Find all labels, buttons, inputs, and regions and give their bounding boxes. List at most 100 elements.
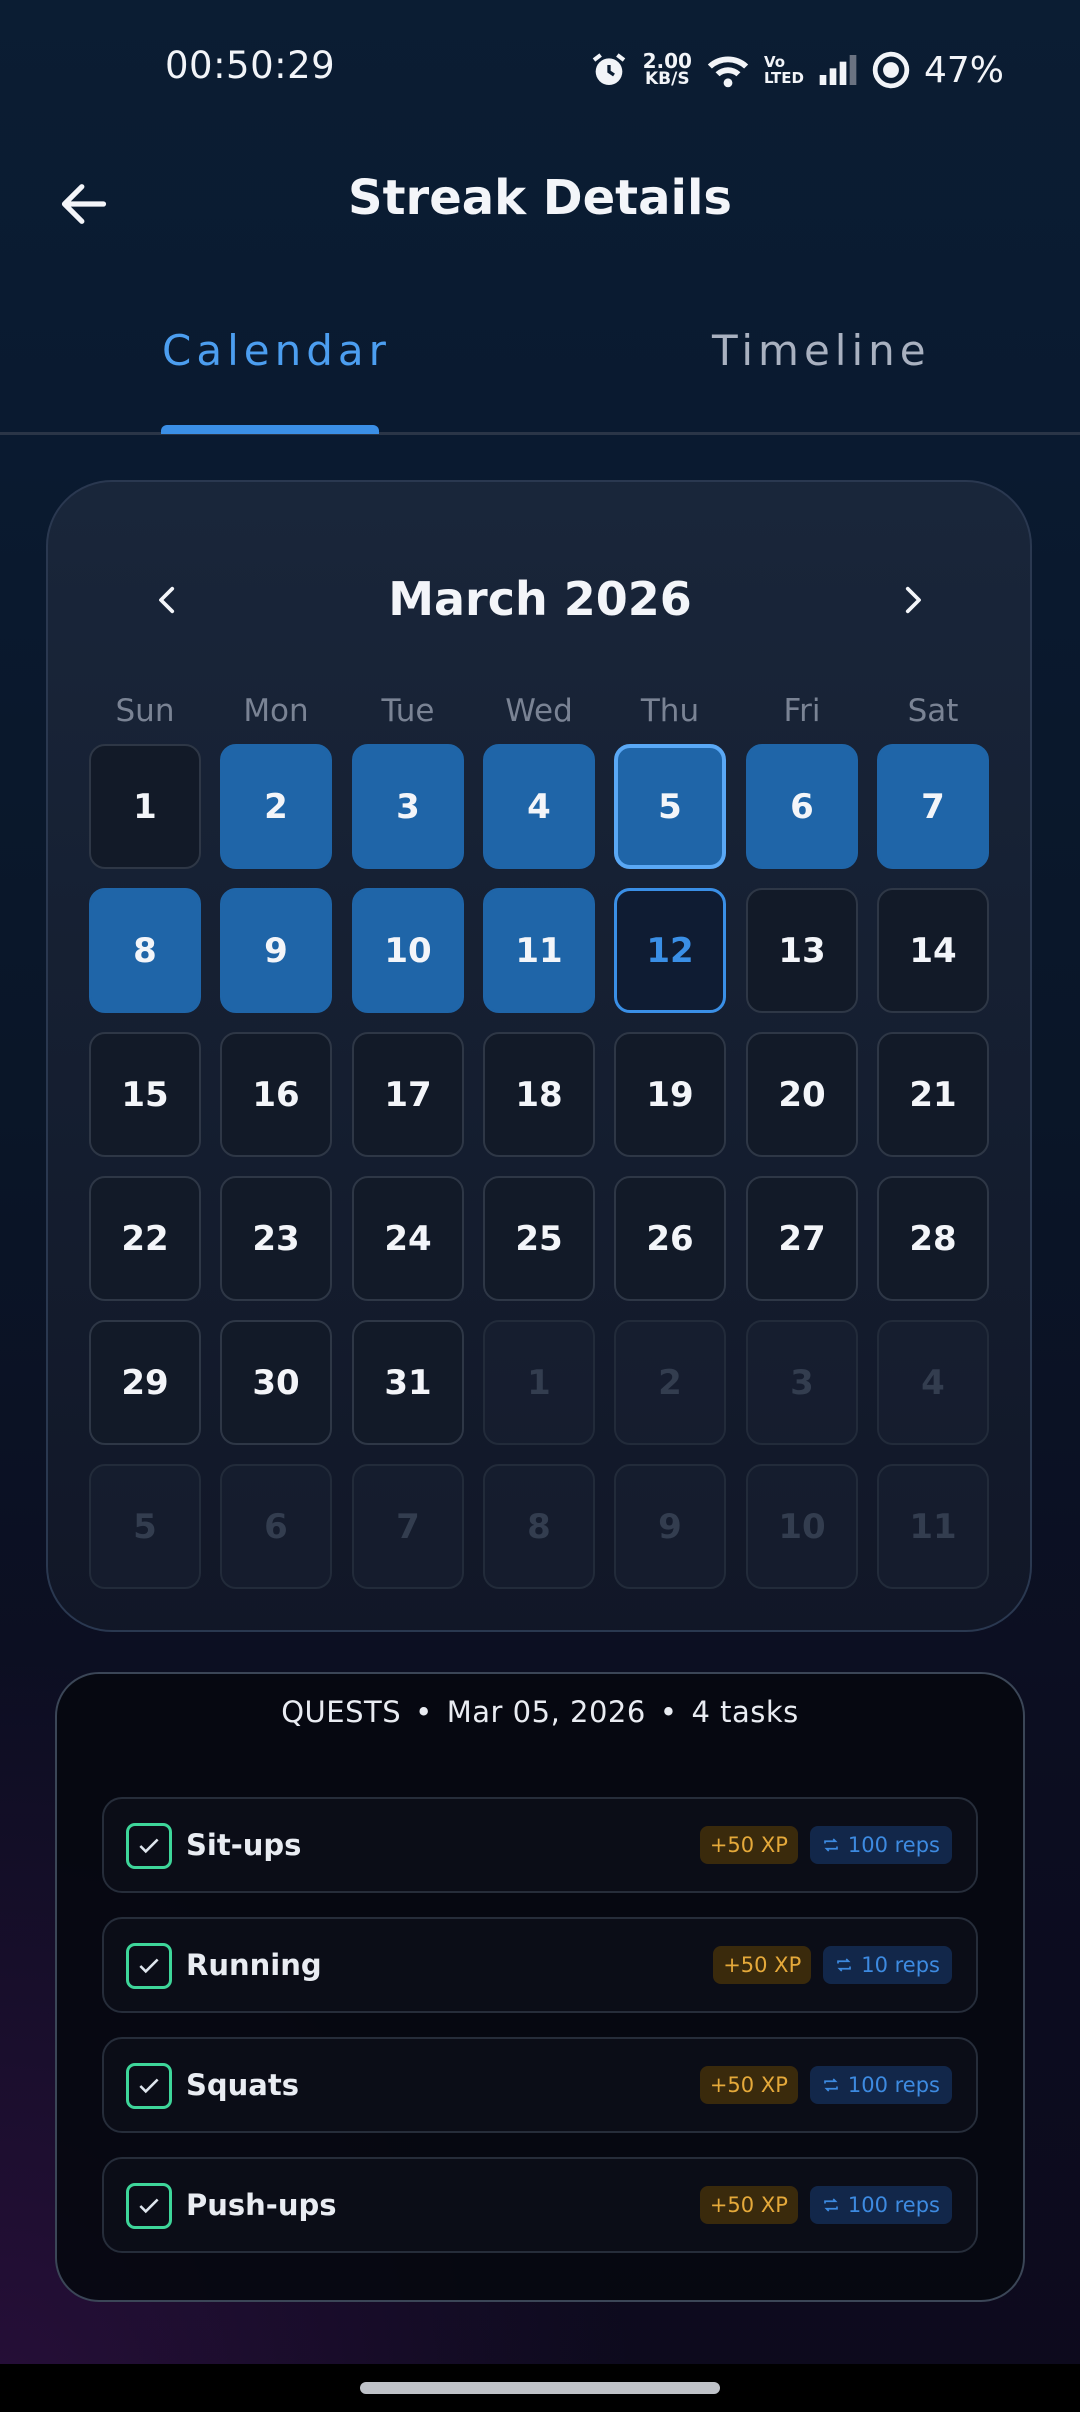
calendar-day[interactable]: 27 (746, 1176, 858, 1301)
reps-badge: 10 reps (823, 1946, 952, 1984)
calendar-day[interactable]: 13 (746, 888, 858, 1013)
calendar-day[interactable]: 16 (220, 1032, 332, 1157)
calendar-day[interactable]: 10 (352, 888, 464, 1013)
calendar-day[interactable]: 29 (89, 1320, 201, 1445)
calendar-day[interactable]: 2 (220, 744, 332, 869)
repeat-icon (837, 1958, 852, 1972)
calendar-day[interactable]: 18 (483, 1032, 595, 1157)
checkmark-icon (139, 1838, 159, 1854)
checkmark-icon (139, 2078, 159, 2094)
calendar-day[interactable]: 19 (614, 1032, 726, 1157)
volte-indicator: Vo LTED (764, 54, 804, 86)
quests-label: QUESTS (281, 1695, 402, 1729)
calendar-day[interactable]: 7 (877, 744, 989, 869)
reps-text: 10 reps (861, 1953, 940, 1977)
xp-badge: +50 XP (699, 2186, 798, 2224)
repeat-icon (824, 2198, 838, 2212)
reps-text: 100 reps (847, 2073, 940, 2097)
calendar-day[interactable]: 31 (352, 1320, 464, 1445)
calendar-day[interactable]: 26 (614, 1176, 726, 1301)
wifi-icon (707, 56, 749, 88)
weekday-label: Wed (505, 693, 573, 729)
tab-calendar[interactable]: Calendar (162, 326, 391, 375)
volte-top: Vo (763, 53, 786, 71)
calendar-day[interactable]: 8 (89, 888, 201, 1013)
separator-dot: • (659, 1695, 678, 1729)
calendar-day[interactable]: 4 (483, 744, 595, 869)
weekday-label: Tue (381, 693, 435, 729)
calendar-day[interactable]: 9 (220, 888, 332, 1013)
calendar-day[interactable]: 14 (877, 888, 989, 1013)
calendar-day[interactable]: 7 (352, 1464, 464, 1589)
calendar-day[interactable]: 25 (483, 1176, 595, 1301)
quest-name: Sit-ups (186, 1828, 302, 1862)
battery-icon (872, 51, 910, 89)
calendar-day[interactable]: 23 (220, 1176, 332, 1301)
next-month-button[interactable] (882, 570, 942, 630)
xp-badge: +50 XP (699, 2066, 798, 2104)
calendar-day[interactable]: 10 (746, 1464, 858, 1589)
calendar-day[interactable]: 1 (89, 744, 201, 869)
weekday-label: Fri (783, 693, 821, 729)
reps-badge: 100 reps (809, 2066, 952, 2104)
quests-date: Mar 05, 2026 (446, 1695, 646, 1729)
quest-row[interactable]: Running +50 XP 10 reps (102, 1917, 978, 2013)
quest-row[interactable]: Push-ups +50 XP 100 reps (102, 2157, 978, 2253)
repeat-icon (824, 1838, 838, 1852)
calendar-day[interactable]: 17 (352, 1032, 464, 1157)
weekday-label: Thu (640, 693, 700, 729)
calendar-day[interactable]: 6 (220, 1464, 332, 1589)
checkbox[interactable] (126, 2063, 172, 2109)
calendar-day[interactable]: 9 (614, 1464, 726, 1589)
volte-bottom: LTED (763, 69, 804, 87)
signal-icon (819, 55, 857, 85)
calendar-day[interactable]: 24 (352, 1176, 464, 1301)
checkbox[interactable] (126, 1943, 172, 1989)
calendar-day[interactable]: 3 (352, 744, 464, 869)
xp-badge: +50 XP (699, 1826, 798, 1864)
quest-row[interactable]: Squats +50 XP 100 reps (102, 2037, 978, 2133)
calendar-day[interactable]: 2 (614, 1320, 726, 1445)
calendar-day[interactable]: 15 (89, 1032, 201, 1157)
calendar-day[interactable]: 20 (746, 1032, 858, 1157)
tab-active-indicator (161, 425, 379, 434)
quests-count: 4 tasks (691, 1695, 799, 1729)
quest-name: Squats (186, 2068, 299, 2102)
calendar-day[interactable]: 21 (877, 1032, 989, 1157)
weekday-label: Mon (243, 693, 309, 729)
status-icons: 2.00 KB/S Vo LTED 47% (589, 40, 1004, 100)
separator-dot: • (415, 1695, 433, 1729)
calendar-day[interactable]: 5 (614, 744, 726, 869)
calendar-day[interactable]: 6 (746, 744, 858, 869)
calendar-day[interactable]: 11 (877, 1464, 989, 1589)
repeat-icon (824, 2078, 838, 2092)
checkmark-icon (139, 1958, 159, 1974)
calendar-day[interactable]: 28 (877, 1176, 989, 1301)
reps-text: 100 reps (847, 2193, 940, 2217)
quest-row[interactable]: Sit-ups +50 XP 100 reps (102, 1797, 978, 1893)
weekday-label: Sun (115, 693, 175, 729)
calendar-day[interactable]: 22 (89, 1176, 201, 1301)
quests-header: QUESTS • Mar 05, 2026 • 4 tasks (0, 1695, 1080, 1729)
quest-name: Push-ups (186, 2188, 337, 2222)
calendar-day[interactable]: 5 (89, 1464, 201, 1589)
tab-timeline[interactable]: Timeline (712, 326, 931, 375)
home-indicator[interactable] (360, 2382, 720, 2394)
network-speed: 2.00 KB/S (642, 49, 692, 89)
calendar-day[interactable]: 11 (483, 888, 595, 1013)
calendar-day[interactable]: 1 (483, 1320, 595, 1445)
calendar-day[interactable]: 12 (614, 888, 726, 1013)
alarm-icon (592, 53, 625, 85)
network-speed-value: 2.00 (642, 49, 692, 73)
reps-text: 100 reps (847, 1833, 940, 1857)
calendar-day[interactable]: 30 (220, 1320, 332, 1445)
checkbox[interactable] (126, 2183, 172, 2229)
calendar-day[interactable]: 4 (877, 1320, 989, 1445)
checkbox[interactable] (126, 1823, 172, 1869)
calendar-day[interactable]: 3 (746, 1320, 858, 1445)
network-speed-unit: KB/S (644, 69, 690, 89)
status-time: 00:50:29 (165, 44, 336, 87)
xp-badge: +50 XP (713, 1946, 812, 1984)
calendar-day[interactable]: 8 (483, 1464, 595, 1589)
checkmark-icon (139, 2198, 159, 2214)
